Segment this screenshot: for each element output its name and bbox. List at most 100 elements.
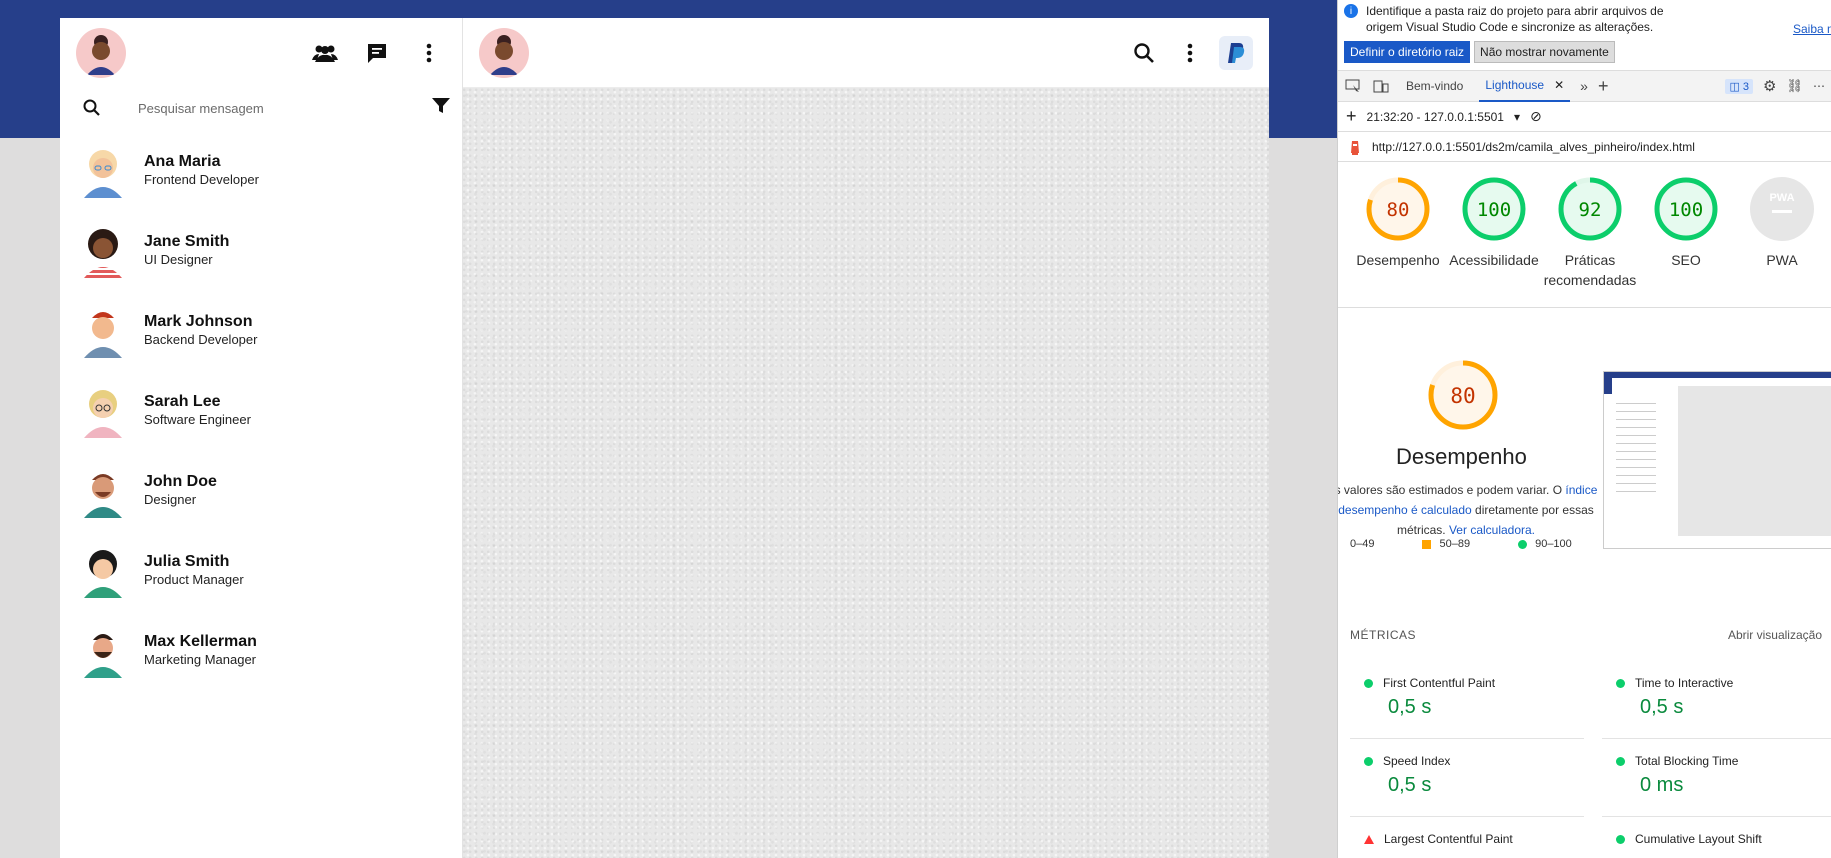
contact-avatar (78, 459, 128, 521)
contact-item[interactable]: Sarah Lee Software Engineer (60, 370, 462, 450)
customize-icon[interactable]: ⛓ (1786, 78, 1803, 94)
performance-title: Desempenho (1396, 444, 1527, 469)
search-input[interactable] (138, 100, 388, 116)
gauge-label: SEO (1671, 252, 1701, 268)
new-report-icon[interactable]: + (1346, 106, 1357, 127)
learn-more-link[interactable]: Saiba m (1793, 22, 1831, 36)
divider (1350, 816, 1584, 817)
gauge-seo[interactable]: 100 SEO (1638, 176, 1734, 307)
inspect-icon[interactable] (1344, 69, 1362, 103)
divider (1602, 738, 1831, 739)
issues-badge[interactable]: ◫ 3 (1725, 78, 1754, 94)
filter-icon[interactable] (432, 97, 450, 119)
gauge-performance[interactable]: 80 Desempenho (1350, 176, 1446, 307)
gauge-pwa[interactable]: PWA PWA (1734, 176, 1830, 307)
metric-name: Largest Contentful Paint (1384, 832, 1513, 846)
dont-show-button[interactable]: Não mostrar novamente (1474, 41, 1615, 63)
chat-avatar[interactable] (479, 27, 529, 78)
gauge-label: Práticas recomendadas (1543, 252, 1637, 288)
pass-icon (1616, 834, 1625, 844)
page-screenshot-thumbnail[interactable] (1603, 371, 1831, 549)
contact-list: Ana Maria Frontend Developer Jane Smith … (60, 130, 462, 690)
legend-pass-icon (1518, 539, 1528, 549)
tab-welcome[interactable]: Bem-vindo (1400, 70, 1469, 102)
contact-avatar (78, 219, 128, 281)
score-index-link[interactable]: índice (1565, 483, 1597, 497)
chat-header (463, 18, 1269, 88)
issues-count: 3 (1742, 80, 1750, 93)
search-icon (83, 99, 100, 116)
chat-panel (463, 18, 1269, 858)
calculator-link[interactable]: Ver calculadora. (1449, 523, 1535, 537)
groups-icon[interactable] (308, 36, 342, 70)
gauge-label: Desempenho (1356, 252, 1440, 268)
legend-average: 50–89 (1439, 538, 1471, 550)
contact-name: Max Kellerman (144, 633, 257, 650)
pwa-badge: PWA (1769, 192, 1794, 204)
devtools-tabs: Bem-vindo Lighthouse ✕ » + ◫ 3 ⚙ ⛓ ⋯ (1338, 70, 1831, 102)
legend-fail: 0–49 (1350, 538, 1375, 550)
metric-cls: Cumulative Layout Shift (1602, 832, 1802, 846)
user-avatar[interactable] (76, 28, 126, 78)
pass-icon (1616, 756, 1625, 766)
sidebar-header (60, 18, 462, 88)
chat-actions (1127, 35, 1253, 70)
chevron-down-icon[interactable]: ▾ (1514, 110, 1520, 124)
metric-value: 0,5 s (1388, 696, 1432, 718)
contact-name: John Doe (144, 473, 217, 490)
add-tab-icon[interactable]: + (1598, 76, 1609, 97)
contact-role: Marketing Manager (144, 652, 256, 667)
settings-icon[interactable]: ⚙ (1763, 77, 1776, 95)
search-icon[interactable] (1127, 36, 1161, 70)
contact-item[interactable]: John Doe Designer (60, 450, 462, 530)
clear-icon[interactable]: ⊘ (1530, 108, 1542, 125)
metric-name: Total Blocking Time (1635, 754, 1739, 768)
gauge-best-practices[interactable]: 92 Práticas recomendadas (1542, 176, 1638, 307)
close-icon[interactable]: ✕ (1554, 78, 1564, 92)
performance-section: 80 Desempenho s valores são estimados e … (1338, 308, 1831, 846)
metrics-header: MÉTRICAS Abrir visualização (1350, 628, 1831, 642)
contact-item[interactable]: Jane Smith UI Designer (60, 210, 462, 290)
contact-item[interactable]: Ana Maria Frontend Developer (60, 130, 462, 210)
more-tabs-icon[interactable]: » (1580, 78, 1588, 94)
search-bar (60, 88, 462, 128)
gauge-accessibility[interactable]: 100 Acessibilidade (1446, 176, 1542, 307)
lighthouse-icon (1351, 140, 1359, 155)
paypal-icon[interactable] (1219, 35, 1253, 70)
contact-role: Frontend Developer (144, 172, 259, 187)
metric-value: 0,5 s (1640, 696, 1684, 718)
gauge-label: Acessibilidade (1449, 252, 1539, 268)
metric-speed-index: Speed Index 0,5 s (1350, 754, 1550, 797)
score-performance: 80 (1387, 199, 1410, 221)
divider (1350, 738, 1584, 739)
tab-lighthouse[interactable]: Lighthouse ✕ (1479, 70, 1571, 102)
contact-role: UI Designer (144, 252, 213, 267)
score-calculated-link[interactable]: desempenho é calculado (1338, 503, 1471, 517)
info-message: Identifique a pasta raiz do projeto para… (1366, 4, 1664, 34)
report-selector[interactable]: 21:32:20 - 127.0.0.1:5501 (1367, 110, 1504, 124)
legend-pass: 90–100 (1535, 538, 1572, 550)
metric-lcp: Largest Contentful Paint (1350, 832, 1550, 846)
new-chat-icon[interactable] (360, 36, 394, 70)
more-options-icon[interactable] (1173, 36, 1207, 70)
metric-value: 0,5 s (1388, 774, 1432, 796)
score-seo: 100 (1669, 199, 1703, 221)
contact-role: Backend Developer (144, 332, 258, 347)
pass-icon (1364, 756, 1373, 766)
score-best-practices: 92 (1579, 199, 1602, 221)
more-options-icon[interactable]: ⋯ (1813, 79, 1825, 93)
gauge-label: PWA (1766, 252, 1798, 268)
contact-item[interactable]: Max Kellerman Marketing Manager (60, 610, 462, 690)
device-toolbar-icon[interactable] (1372, 69, 1390, 103)
set-root-button[interactable]: Definir o diretório raiz (1344, 41, 1471, 63)
infobar: i Identifique a pasta raiz do projeto pa… (1338, 0, 1831, 70)
divider (1602, 816, 1831, 817)
contact-item[interactable]: Julia Smith Product Manager (60, 530, 462, 610)
metric-tbt: Total Blocking Time 0 ms (1602, 754, 1802, 797)
contact-item[interactable]: Mark Johnson Backend Developer (60, 290, 462, 370)
more-options-icon[interactable] (412, 36, 446, 70)
contact-avatar (78, 619, 128, 681)
open-view-toggle[interactable]: Abrir visualização (1728, 628, 1822, 642)
report-toolbar: + 21:32:20 - 127.0.0.1:5501 ▾ ⊘ (1338, 102, 1831, 132)
sidebar-actions (308, 36, 446, 70)
